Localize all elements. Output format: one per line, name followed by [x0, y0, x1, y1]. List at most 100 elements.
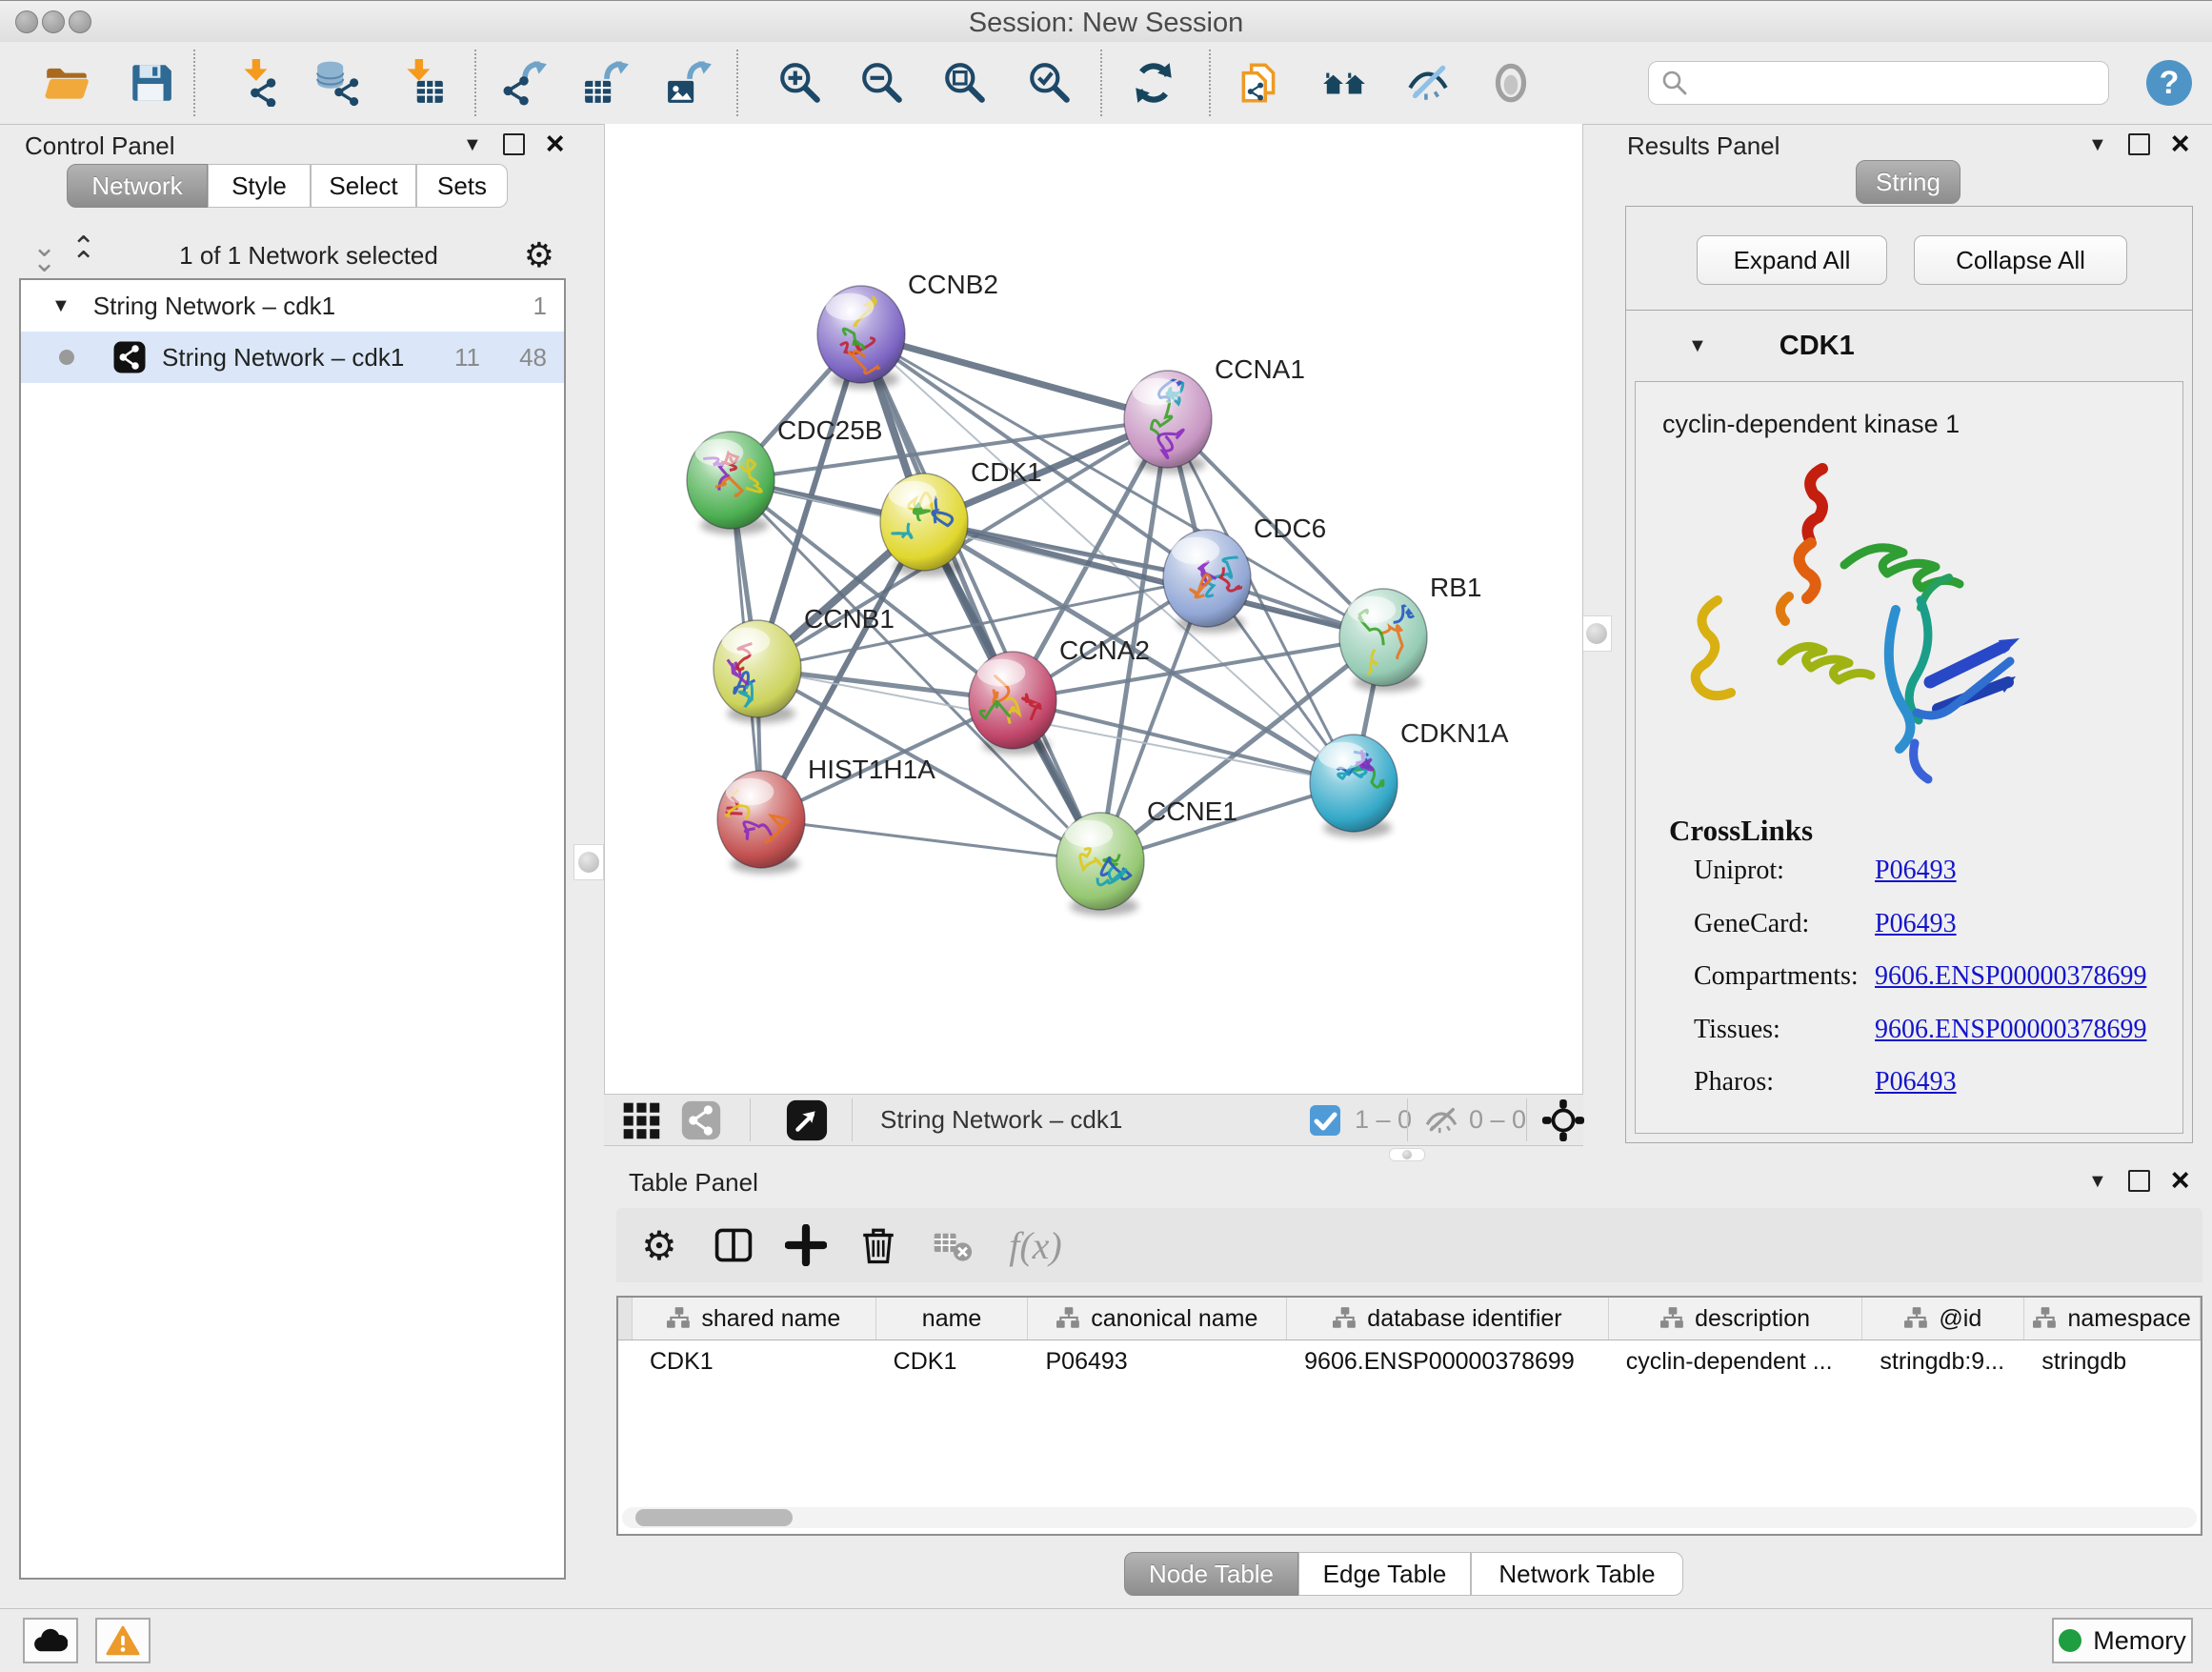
node-table[interactable]: shared namenamecanonical namedatabase id… [616, 1296, 2202, 1536]
birds-eye-icon[interactable] [1541, 1095, 1585, 1145]
crosslink-link[interactable]: P06493 [1875, 909, 1957, 939]
horizontal-scrollbar[interactable] [622, 1507, 2197, 1528]
network-node-CCNB2[interactable]: CCNB2 [817, 270, 998, 389]
column-header-description[interactable]: description [1609, 1298, 1863, 1340]
eye-disabled-icon[interactable] [1484, 56, 1538, 110]
open-session-icon[interactable] [40, 56, 93, 110]
warnings-button[interactable] [95, 1618, 151, 1663]
tab-edge-table[interactable]: Edge Table [1298, 1552, 1471, 1596]
function-builder-icon[interactable]: f(x) [997, 1219, 1074, 1271]
panel-menu-icon[interactable]: ▼ [2088, 135, 2107, 154]
gene-expander-icon[interactable]: ▼ [1688, 336, 1707, 355]
network-node-CCNE1[interactable]: CCNE1 [1056, 796, 1237, 916]
open-in-window-icon[interactable] [785, 1095, 829, 1145]
zoom-selected-icon[interactable] [1023, 56, 1076, 110]
network-options-gear-icon[interactable]: ⚙ [524, 238, 554, 272]
column-header-name[interactable]: name [876, 1298, 1029, 1340]
expand-all-icon[interactable]: ⌃⌃ [71, 240, 93, 272]
tab-select[interactable]: Select [311, 164, 416, 208]
hidden-eye-icon[interactable] [1421, 1095, 1461, 1145]
expand-all-button[interactable]: Expand All [1697, 235, 1887, 285]
panel-float-icon[interactable] [2128, 133, 2150, 155]
table-row[interactable]: CDK1CDK1P064939606.ENSP00000378699cyclin… [618, 1340, 2201, 1382]
panel-close-icon[interactable]: × [546, 131, 565, 157]
grid-view-icon[interactable] [620, 1095, 662, 1145]
apply-layout-icon[interactable] [1127, 56, 1180, 110]
crosslink-link[interactable]: 9606.ENSP00000378699 [1875, 961, 2146, 992]
collection-expander-icon[interactable]: ▼ [51, 296, 70, 315]
scrollbar-thumb[interactable] [635, 1509, 793, 1526]
network-node-CCNB1[interactable]: CCNB1 [714, 604, 895, 723]
crosslink-link[interactable]: P06493 [1875, 1067, 1957, 1098]
network-canvas[interactable]: CCNB2 CCNA1 CDC25B CDK1 CDC6 RB1 CCNB1 [604, 124, 1583, 1094]
create-column-icon[interactable] [780, 1219, 832, 1271]
tab-style[interactable]: Style [208, 164, 311, 208]
tab-network-table[interactable]: Network Table [1471, 1552, 1683, 1596]
search-box[interactable] [1648, 61, 2109, 105]
help-button[interactable]: ? [2144, 58, 2194, 108]
network-collection-row[interactable]: ▼ String Network – cdk1 1 [21, 280, 564, 332]
table-cell[interactable]: cyclin-dependent ... [1609, 1340, 1863, 1382]
network-node-CDKN1A[interactable]: CDKN1A [1310, 718, 1509, 837]
memory-button[interactable]: Memory [2052, 1618, 2193, 1663]
import-table-icon[interactable] [396, 56, 450, 110]
snapshot-icon[interactable] [1233, 56, 1286, 110]
zoom-fit-icon[interactable] [938, 56, 992, 110]
table-cell[interactable]: CDK1 [633, 1340, 876, 1382]
network-node-CCNA1[interactable]: CCNA1 [1124, 354, 1305, 473]
collapse-all-button[interactable]: Collapse All [1914, 235, 2127, 285]
column-header-id[interactable]: @id [1862, 1298, 2024, 1340]
table-cell[interactable]: stringdb:9... [1862, 1340, 2024, 1382]
tab-string[interactable]: String [1856, 160, 1961, 204]
cloud-button[interactable] [23, 1618, 78, 1663]
export-image-icon[interactable] [663, 56, 716, 110]
zoom-in-icon[interactable] [774, 56, 827, 110]
crosslink-link[interactable]: 9606.ENSP00000378699 [1875, 1015, 2146, 1045]
delete-table-icon[interactable] [927, 1219, 978, 1271]
column-header-canonicalname[interactable]: canonical name [1028, 1298, 1287, 1340]
table-cell[interactable]: stringdb [2024, 1340, 2201, 1382]
selected-checkbox-icon[interactable] [1309, 1095, 1341, 1145]
import-network-icon[interactable] [231, 56, 285, 110]
column-header-sharedname[interactable]: shared name [633, 1298, 876, 1340]
hide-details-icon[interactable] [1401, 56, 1455, 110]
zoom-out-icon[interactable] [855, 56, 909, 110]
save-session-icon[interactable] [124, 56, 177, 110]
search-input[interactable] [1689, 68, 2108, 99]
collapse-all-icon[interactable]: ⌄⌄ [32, 240, 54, 272]
show-columns-icon[interactable] [708, 1219, 759, 1271]
network-node-RB1[interactable]: RB1 [1339, 573, 1481, 692]
panel-menu-icon[interactable]: ▼ [2088, 1172, 2107, 1191]
memory-status-dot [2059, 1629, 2081, 1652]
table-cell[interactable]: P06493 [1028, 1340, 1287, 1382]
network-node-CDC25B[interactable]: CDC25B [687, 415, 882, 534]
table-cell[interactable]: 9606.ENSP00000378699 [1287, 1340, 1609, 1382]
panel-float-icon[interactable] [2128, 1170, 2150, 1192]
column-header-databaseidentifier[interactable]: database identifier [1287, 1298, 1609, 1340]
gene-section-header[interactable]: ▼ CDK1 [1625, 311, 2193, 381]
import-database-icon[interactable] [312, 56, 365, 110]
table-cell[interactable]: CDK1 [876, 1340, 1029, 1382]
tab-sets[interactable]: Sets [416, 164, 508, 208]
left-splitter-handle[interactable] [573, 844, 604, 880]
bottom-splitter-handle[interactable] [1389, 1148, 1425, 1161]
network-node-HIST1H1A[interactable]: HIST1H1A [717, 755, 935, 874]
network-row[interactable]: String Network – cdk1 11 48 [21, 332, 564, 383]
tab-node-table[interactable]: Node Table [1124, 1552, 1298, 1596]
right-splitter-handle[interactable] [1581, 615, 1612, 652]
panel-close-icon[interactable]: × [2171, 1168, 2190, 1194]
export-table-icon[interactable] [580, 56, 633, 110]
tab-network[interactable]: Network [67, 164, 208, 208]
graphics-details-icon[interactable] [1317, 56, 1371, 110]
panel-close-icon[interactable]: × [2171, 131, 2190, 157]
crosslink-link[interactable]: P06493 [1875, 856, 1957, 886]
share-view-icon[interactable] [680, 1095, 722, 1145]
panel-float-icon[interactable] [503, 133, 525, 155]
panel-menu-icon[interactable]: ▼ [463, 135, 482, 154]
shared-column-icon [1660, 1307, 1685, 1330]
delete-column-icon[interactable] [853, 1219, 904, 1271]
table-options-gear-icon[interactable]: ⚙ [633, 1219, 685, 1271]
network-selection-summary: 1 of 1 Network selected [93, 241, 523, 271]
column-header-namespace[interactable]: namespace [2024, 1298, 2201, 1340]
export-network-icon[interactable] [498, 56, 552, 110]
